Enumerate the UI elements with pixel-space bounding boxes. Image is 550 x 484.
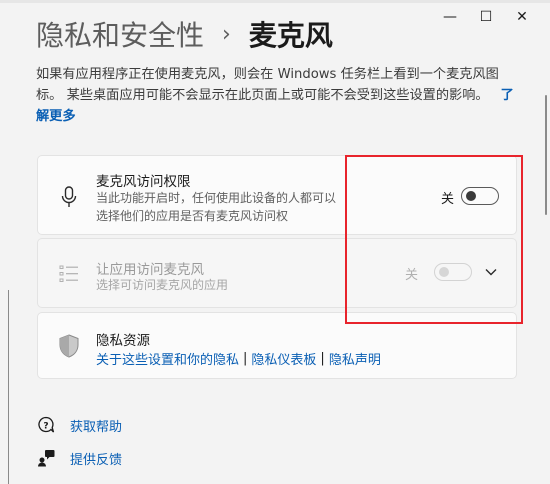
minimize-button[interactable]: — [432, 6, 468, 28]
feedback-row: 提供反馈 [36, 448, 122, 468]
get-help-row: ? 获取帮助 [36, 415, 122, 435]
privacy-dashboard-link[interactable]: 隐私仪表板 [251, 349, 316, 368]
highlight-box [345, 155, 523, 324]
app-access-subtitle: 选择可访问麦克风的应用 [96, 278, 229, 292]
nav-pane-edge [8, 290, 9, 484]
breadcrumb-parent-link[interactable]: 隐私和安全性 [36, 14, 204, 54]
list-icon [56, 261, 82, 287]
page-description: 如果有应用程序正在使用麦克风，则会在 Windows 任务栏上看到一个麦克风图标… [36, 64, 516, 127]
svg-text:?: ? [43, 422, 48, 432]
get-help-link[interactable]: 获取帮助 [70, 416, 122, 435]
page-title: 麦克风 [248, 19, 333, 52]
description-text: 如果有应用程序正在使用麦克风，则会在 Windows 任务栏上看到一个麦克风图标… [36, 67, 499, 103]
help-chat-icon: ? [36, 415, 56, 435]
maximize-button[interactable]: ☐ [468, 6, 504, 28]
mic-access-subtitle: 当此功能开启时，任何使用此设备的人都可以选择他们的应用是否有麦克风访问权 [96, 191, 337, 223]
link-separator: | [320, 351, 325, 366]
window-controls: — ☐ ✕ [432, 6, 540, 28]
privacy-links: 关于这些设置和你的隐私 | 隐私仪表板 | 隐私声明 [96, 349, 381, 368]
microphone-icon [56, 184, 82, 210]
privacy-statement-link[interactable]: 隐私声明 [329, 349, 381, 368]
close-button[interactable]: ✕ [504, 6, 540, 28]
app-access-title: 让应用访问麦克风 [96, 262, 204, 278]
breadcrumb-separator: › [222, 21, 231, 47]
link-separator: | [243, 351, 248, 366]
scrollbar[interactable] [545, 95, 547, 215]
mic-access-title: 麦克风访问权限 [96, 174, 191, 190]
shield-icon [56, 333, 82, 359]
privacy-settings-link[interactable]: 关于这些设置和你的隐私 [96, 349, 239, 368]
feedback-icon [36, 448, 56, 468]
window-top-border [0, 0, 550, 3]
privacy-resources-title: 隐私资源 [96, 333, 150, 349]
breadcrumb: 隐私和安全性 › 麦克风 [36, 14, 333, 54]
feedback-link[interactable]: 提供反馈 [70, 449, 122, 468]
